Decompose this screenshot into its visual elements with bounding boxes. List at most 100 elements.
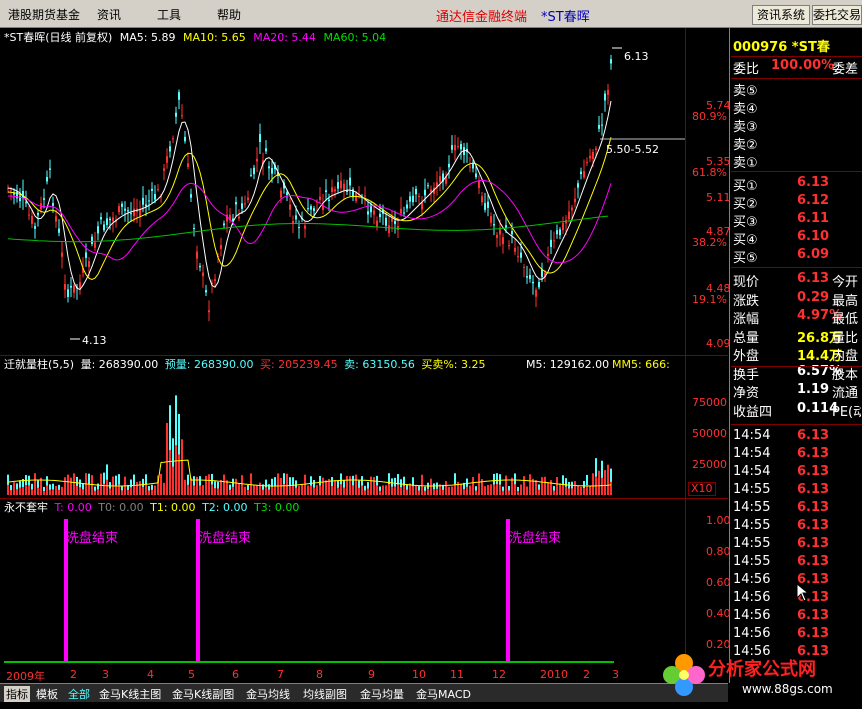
candle-body	[19, 195, 21, 202]
signal-label: 洗盘结束	[66, 531, 119, 546]
info-system-button[interactable]: 资讯系统	[752, 5, 810, 25]
buy-volume-bar	[520, 489, 522, 495]
volume-header: 迁就量柱(5,5) 量: 268390.00 预量: 268390.00 买: …	[4, 358, 486, 371]
tick-row[interactable]: 14:56 6.13	[733, 608, 861, 626]
trade-button[interactable]: 委托交易	[812, 5, 862, 25]
date-label: 2	[583, 668, 590, 681]
buy-volume-bar	[334, 487, 336, 495]
buy-volume-bar	[163, 488, 165, 495]
candle-body	[367, 211, 369, 215]
tick-row[interactable]: 14:55 6.13	[733, 482, 861, 500]
ask-row[interactable]: 卖②	[733, 134, 861, 152]
buy-volume-bar	[556, 486, 558, 495]
candle-body	[52, 203, 54, 206]
tick-row[interactable]: 14:55 6.13	[733, 536, 861, 554]
bid-row[interactable]: 买① 6.13	[733, 175, 861, 193]
stat-label: 净资	[733, 386, 760, 400]
candle-body	[145, 204, 147, 207]
tab-template[interactable]: 模板	[36, 686, 58, 702]
buy-volume-bar	[166, 458, 168, 495]
buy-volume-bar	[442, 489, 444, 495]
tick-row[interactable]: 14:56 6.13	[733, 626, 861, 644]
buy-volume-bar	[610, 481, 612, 495]
buy-volume-bar	[532, 486, 534, 495]
buy-volume-bar	[115, 485, 117, 495]
candle-body	[289, 204, 291, 210]
weibi-label: 委比	[733, 62, 760, 76]
buy-volume-bar	[52, 489, 54, 495]
date-label: 2010	[540, 668, 568, 681]
candle-body	[388, 225, 390, 234]
bid-row[interactable]: 买④ 6.10	[733, 229, 861, 247]
menu-info[interactable]: 资讯	[97, 6, 121, 23]
buy-volume-bar	[70, 486, 72, 495]
buy-volume-bar	[430, 486, 432, 495]
tab-jinma-vol[interactable]: 金马均量	[360, 686, 404, 702]
candle-body	[538, 282, 540, 288]
tab-jinma-kline-sub[interactable]: 金马K线副图	[172, 686, 234, 702]
indicator-t2: T2: 0.00	[202, 501, 248, 514]
tab-all[interactable]: 全部	[68, 686, 90, 702]
candle-body	[61, 252, 63, 257]
candle-body	[592, 151, 594, 159]
weibi-row: 委比 100.00% 委差	[733, 58, 861, 76]
ma10-value: MA10: 5.65	[183, 31, 246, 44]
menu-hk-futures[interactable]: 港股期货基金	[8, 6, 80, 23]
buy-volume-bar	[97, 489, 99, 495]
bid-row[interactable]: 买⑤ 6.09	[733, 247, 861, 265]
buy-volume-bar	[580, 490, 582, 495]
tick-row[interactable]: 14:55 6.13	[733, 500, 861, 518]
tick-row[interactable]: 14:55 6.13	[733, 518, 861, 536]
ask-row[interactable]: 卖⑤	[733, 80, 861, 98]
tab-jinma-ma[interactable]: 金马均线	[246, 686, 290, 702]
tab-jinma-kline-main[interactable]: 金马K线主图	[99, 686, 161, 702]
candle-body	[328, 199, 330, 202]
candle-body	[535, 289, 537, 297]
buy-volume-bar	[82, 489, 84, 495]
ask-row[interactable]: 卖①	[733, 152, 861, 170]
bid-row[interactable]: 买② 6.12	[733, 193, 861, 211]
buy-volume-bar	[301, 489, 303, 495]
tick-row[interactable]: 14:55 6.13	[733, 554, 861, 572]
range-label: 5.50-5.52	[606, 143, 659, 156]
candle-body	[178, 92, 180, 100]
bid-row[interactable]: 买③ 6.11	[733, 211, 861, 229]
candle-body	[391, 218, 393, 222]
tab-ma-sub[interactable]: 均线副图	[303, 686, 347, 702]
buy-volume-bar	[361, 485, 363, 495]
buy-volume-bar	[268, 489, 270, 495]
tab-jinma-macd[interactable]: 金马MACD	[416, 686, 471, 702]
sell-volume: 卖: 63150.56	[344, 358, 415, 371]
pane-separator[interactable]	[0, 498, 728, 499]
candle-body	[106, 218, 108, 225]
candle-body	[265, 148, 267, 152]
buy-volume-bar	[490, 489, 492, 495]
buy-volume-bar	[316, 490, 318, 495]
axis-label: 61.8%	[692, 166, 727, 179]
ask-label: 卖②	[733, 138, 758, 152]
tick-price: 6.13	[797, 608, 830, 623]
candle-body	[298, 226, 300, 229]
weicha-label: 委差	[832, 62, 859, 76]
menu-tools[interactable]: 工具	[157, 6, 181, 23]
buy-volume-bar	[34, 484, 36, 495]
stat-row: 收益四 0.114 PE(动	[733, 401, 861, 419]
buy-volume-bar	[538, 489, 540, 495]
candle-body	[100, 217, 102, 220]
tick-row[interactable]: 14:54 6.13	[733, 464, 861, 482]
tick-row[interactable]: 14:54 6.13	[733, 446, 861, 464]
candle-body	[577, 183, 579, 188]
tick-row[interactable]: 14:54 6.13	[733, 428, 861, 446]
stat-extra-label: 量比	[832, 330, 859, 345]
menu-help[interactable]: 帮助	[217, 6, 241, 23]
buy-volume-bar	[403, 485, 405, 495]
ask-row[interactable]: 卖③	[733, 116, 861, 134]
axis-label: 5.11	[706, 191, 731, 204]
mm5-value: MM5: 666:	[612, 358, 670, 371]
indicator-axis-label: 0.60	[706, 576, 731, 589]
tab-indicator[interactable]: 指标	[4, 686, 30, 702]
buy-volume-bar	[325, 487, 327, 495]
ask-row[interactable]: 卖④	[733, 98, 861, 116]
stock-code: 000976 *ST春	[733, 40, 830, 54]
pane-separator[interactable]	[0, 355, 728, 356]
